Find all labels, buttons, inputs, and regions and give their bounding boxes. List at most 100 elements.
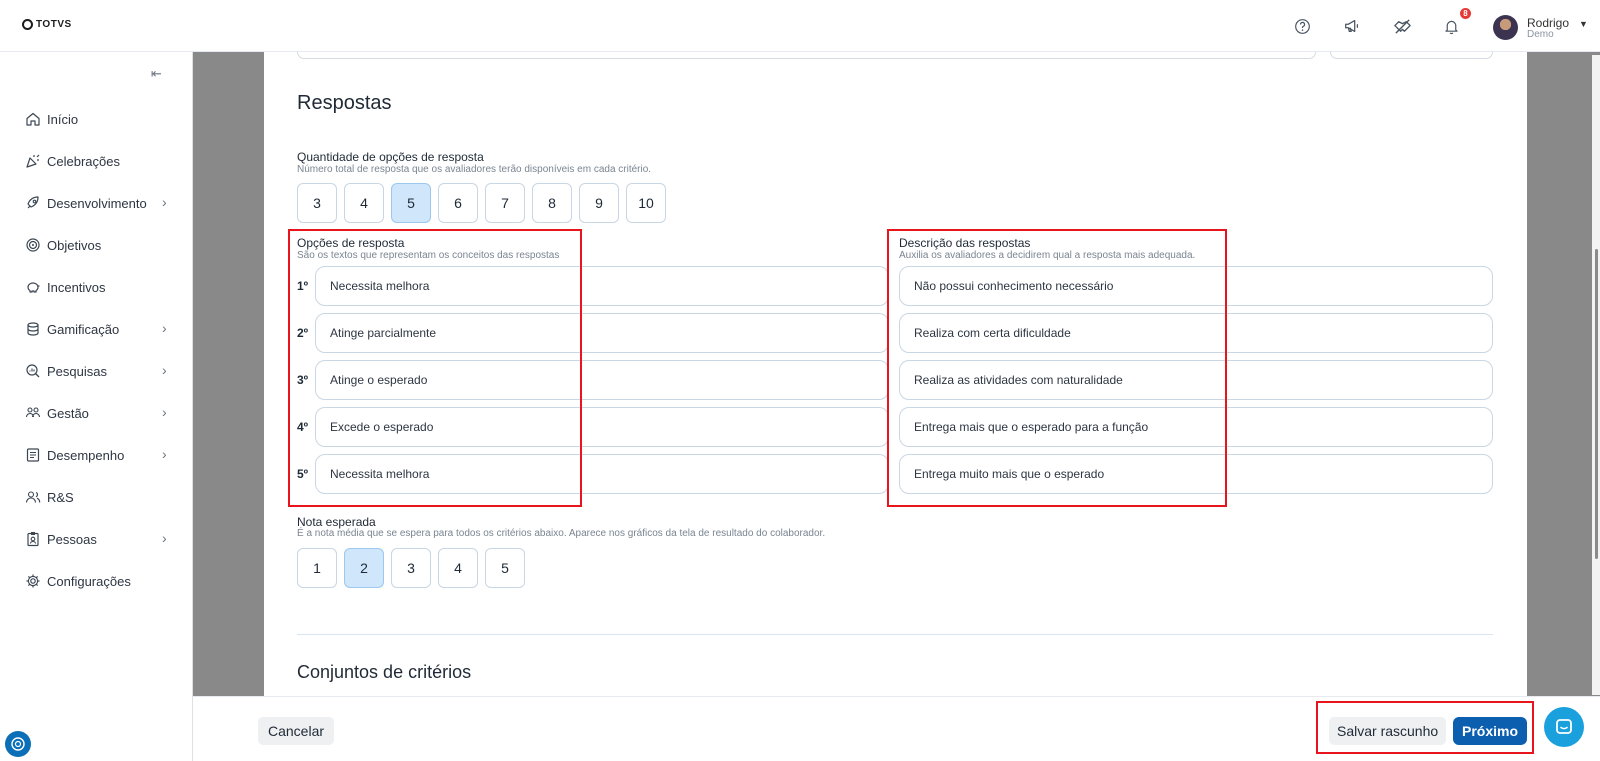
quantity-option-6[interactable]: 6	[438, 183, 478, 223]
expected-score-label: Nota esperada	[297, 515, 376, 529]
description-input-1[interactable]: Não possui conhecimento necessário	[899, 266, 1493, 306]
expected-score-option-3[interactable]: 3	[391, 548, 431, 588]
notification-badge: 8	[1460, 8, 1471, 19]
description-input-4[interactable]: Entrega mais que o esperado para a funçã…	[899, 407, 1493, 447]
previous-field-edge	[297, 52, 1316, 59]
party-icon	[26, 154, 40, 168]
expected-score-option-4[interactable]: 4	[438, 548, 478, 588]
bell-icon[interactable]	[1441, 16, 1461, 36]
home-icon	[26, 112, 40, 126]
sidebar-item-label: Objetivos	[47, 237, 102, 253]
sidebar-item-label: Desempenho	[47, 447, 125, 463]
quantity-option-5[interactable]: 5	[391, 183, 431, 223]
quantity-hint: Número total de resposta que os avaliado…	[297, 164, 652, 175]
megaphone-icon[interactable]	[1342, 16, 1362, 36]
sidebar-item-pessoas[interactable]: Pessoas ›	[25, 528, 175, 550]
sidebar-item-label: Configurações	[47, 573, 131, 589]
options-hint: São os textos que representam os conceit…	[297, 250, 560, 261]
descriptions-hint: Auxilia os avaliadores a decidirem qual …	[899, 250, 1196, 261]
section-title-respostas: Respostas	[297, 92, 392, 114]
sidebar-item-label: Pessoas	[47, 531, 97, 547]
sidebar-item-label: Desenvolvimento	[47, 195, 147, 211]
sidebar-item-incentivos[interactable]: Incentivos	[25, 276, 175, 298]
sidebar-item-configuracoes[interactable]: Configurações	[25, 570, 175, 592]
handshake-icon[interactable]	[1392, 16, 1412, 36]
accessibility-help-icon[interactable]	[5, 731, 31, 757]
search-chart-icon	[26, 364, 40, 378]
sidebar-item-label: Celebrações	[47, 153, 120, 169]
quantity-option-4[interactable]: 4	[344, 183, 384, 223]
cancel-button[interactable]: Cancelar	[258, 717, 335, 745]
section-divider	[297, 634, 1493, 635]
sidebar-item-celebracoes[interactable]: Celebrações	[25, 150, 175, 172]
sidebar-item-label: Início	[47, 111, 79, 127]
quantity-option-8[interactable]: 8	[532, 183, 572, 223]
sidebar-item-desenvolvimento[interactable]: Desenvolvimento ›	[25, 192, 175, 214]
ordinal-label: 4º	[297, 420, 309, 434]
sidebar-item-label: Incentivos	[47, 279, 106, 295]
ordinal-label: 5º	[297, 467, 309, 481]
logo-ring-icon	[22, 19, 33, 30]
sidebar-item-inicio[interactable]: Início	[25, 108, 175, 130]
expected-score-option-2[interactable]: 2	[344, 548, 384, 588]
expected-score-option-1[interactable]: 1	[297, 548, 337, 588]
sidebar-item-desempenho[interactable]: Desempenho ›	[25, 444, 175, 466]
chevron-right-icon: ›	[162, 194, 167, 210]
save-draft-button[interactable]: Salvar rascunho	[1329, 717, 1447, 745]
description-input-2[interactable]: Realiza com certa dificuldade	[899, 313, 1493, 353]
chevron-right-icon: ›	[162, 446, 167, 462]
scrollbar-thumb[interactable]	[1595, 249, 1598, 559]
quantity-option-3[interactable]: 3	[297, 183, 337, 223]
top-bar: TOTVS 8 Rodrigo Demo ▼	[0, 0, 1600, 52]
totvs-logo[interactable]: TOTVS	[22, 19, 72, 30]
chevron-down-icon[interactable]: ▼	[1579, 19, 1588, 29]
quantity-option-7[interactable]: 7	[485, 183, 525, 223]
section-title-criteria-sets: Conjuntos de critérios	[297, 662, 472, 682]
chevron-right-icon: ›	[162, 530, 167, 546]
ordinal-label: 2º	[297, 326, 309, 340]
quantity-option-9[interactable]: 9	[579, 183, 619, 223]
sidebar-item-rs[interactable]: R&S	[25, 486, 175, 508]
description-input-3[interactable]: Realiza as atividades com naturalidade	[899, 360, 1493, 400]
previous-field-edge-2	[1330, 52, 1493, 59]
rocket-icon	[27, 196, 39, 209]
sidebar-item-label: R&S	[47, 489, 74, 505]
checklist-icon	[26, 448, 40, 462]
user-org: Demo	[1527, 29, 1554, 40]
sidebar-item-gamificacao[interactable]: Gamificação ›	[25, 318, 175, 340]
user-name[interactable]: Rodrigo	[1527, 16, 1569, 30]
expected-score-hint: É a nota média que se espera para todos …	[297, 528, 826, 539]
badge-icon	[27, 532, 39, 547]
gear-icon	[26, 574, 40, 588]
chevron-right-icon: ›	[162, 362, 167, 378]
help-icon[interactable]	[1292, 16, 1312, 36]
option-input-3[interactable]: Atinge o esperado	[315, 360, 889, 400]
next-button[interactable]: Próximo	[1453, 717, 1528, 745]
avatar[interactable]	[1493, 15, 1518, 40]
chevron-right-icon: ›	[162, 320, 167, 336]
sidebar-item-label: Gamificação	[47, 321, 120, 337]
quantity-label: Quantidade de opções de resposta	[297, 150, 484, 164]
sidebar-item-pesquisas[interactable]: Pesquisas ›	[25, 360, 175, 382]
quantity-option-10[interactable]: 10	[626, 183, 666, 223]
description-input-5[interactable]: Entrega muito mais que o esperado	[899, 454, 1493, 494]
descriptions-label: Descrição das respostas	[899, 236, 1031, 250]
chevron-right-icon: ›	[162, 404, 167, 420]
piggy-bank-icon	[27, 282, 40, 293]
option-input-1[interactable]: Necessita melhora	[315, 266, 889, 306]
sidebar-item-gestao[interactable]: Gestão ›	[25, 402, 175, 424]
option-input-4[interactable]: Excede o esperado	[315, 407, 889, 447]
coins-icon	[27, 322, 39, 336]
options-label: Opções de resposta	[297, 236, 405, 250]
people-icon	[25, 407, 41, 418]
target-icon	[26, 238, 40, 252]
option-input-5[interactable]: Necessita melhora	[315, 454, 889, 494]
expected-score-option-5[interactable]: 5	[485, 548, 525, 588]
collapse-left-icon[interactable]: ⇤	[151, 66, 162, 82]
sidebar-item-objetivos[interactable]: Objetivos	[25, 234, 175, 256]
option-input-2[interactable]: Atinge parcialmente	[315, 313, 889, 353]
ordinal-label: 1º	[297, 279, 309, 293]
users-icon	[25, 491, 41, 503]
ordinal-label: 3º	[297, 373, 309, 387]
chat-icon[interactable]	[1544, 707, 1584, 747]
